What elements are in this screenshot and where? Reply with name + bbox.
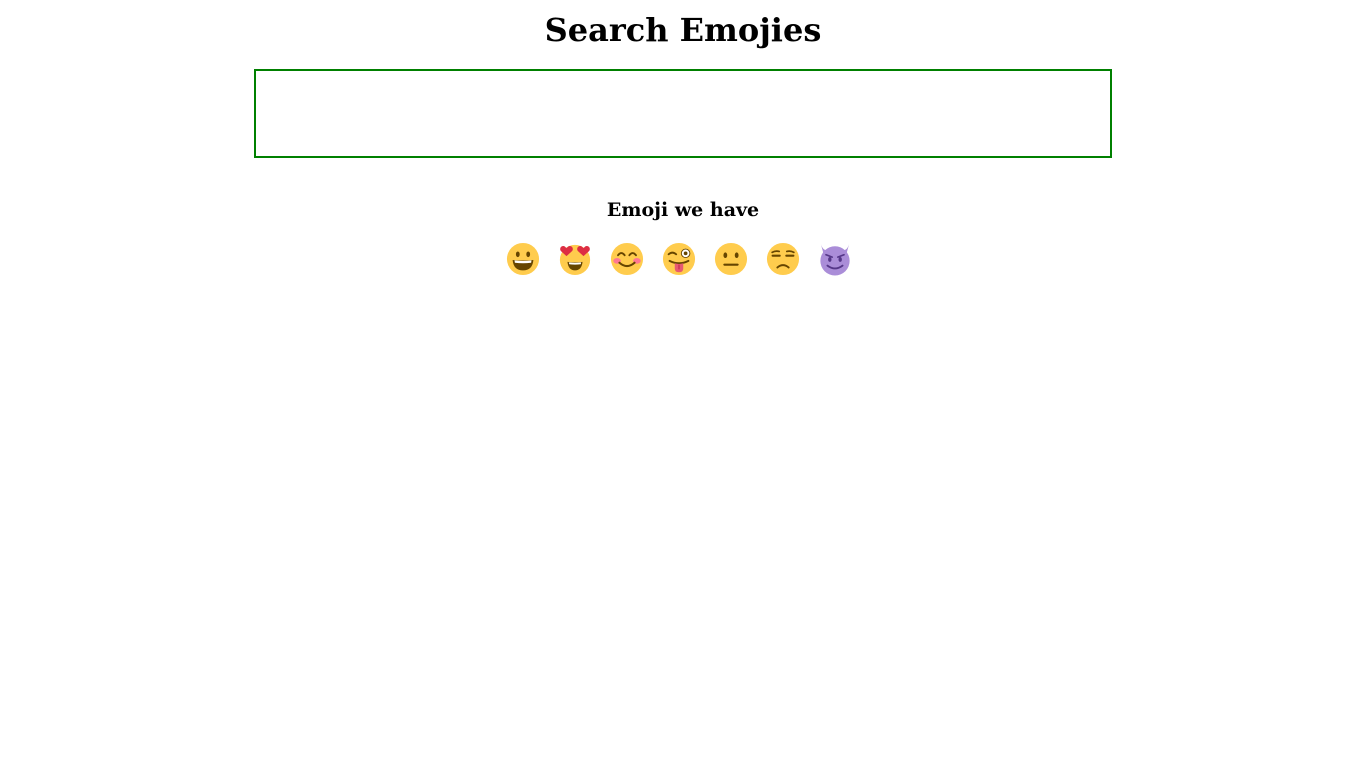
section-heading: Emoji we have (606, 199, 760, 221)
emoji-grinning-face-icon[interactable] (506, 240, 540, 278)
emoji-unamused-face-icon[interactable] (766, 240, 800, 278)
page-title: Search Emojies (544, 11, 822, 49)
emoji-smiling-eyes-face-icon[interactable] (610, 240, 644, 278)
emoji-winking-tongue-face-icon[interactable] (662, 240, 696, 278)
search-input[interactable] (254, 69, 1112, 158)
emoji-list (506, 240, 862, 280)
emoji-heart-eyes-face-icon[interactable] (558, 240, 592, 278)
emoji-neutral-face-icon[interactable] (714, 240, 748, 278)
emoji-devil-face-icon[interactable] (818, 240, 852, 278)
